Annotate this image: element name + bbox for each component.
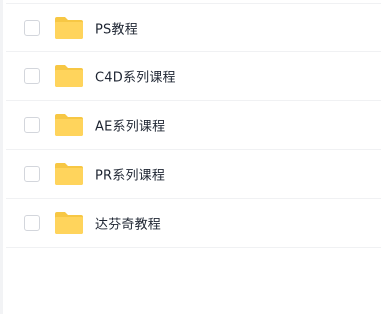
folder-icon: [54, 211, 84, 235]
file-name[interactable]: C4D系列课程: [95, 67, 176, 86]
file-row[interactable]: PS教程: [6, 3, 381, 52]
row-checkbox[interactable]: [24, 68, 40, 84]
file-name[interactable]: 达芬奇教程: [95, 214, 161, 233]
row-checkbox[interactable]: [24, 166, 40, 182]
folder-icon: [54, 16, 84, 40]
file-row[interactable]: PR系列课程: [6, 150, 381, 199]
folder-icon: [54, 64, 84, 88]
row-checkbox[interactable]: [24, 215, 40, 231]
file-name[interactable]: PR系列课程: [95, 165, 165, 184]
file-name[interactable]: AE系列课程: [95, 116, 165, 135]
file-row[interactable]: C4D系列课程: [6, 52, 381, 101]
row-checkbox[interactable]: [24, 117, 40, 133]
file-row[interactable]: AE系列课程: [6, 101, 381, 150]
folder-icon: [54, 113, 84, 137]
file-name[interactable]: PS教程: [95, 18, 138, 37]
file-row[interactable]: 达芬奇教程: [6, 199, 381, 248]
row-checkbox[interactable]: [24, 19, 40, 36]
file-list: PS教程 C4D系列课程 AE系列课程 PR系列课程 达芬奇教程: [0, 0, 381, 314]
folder-icon: [54, 162, 84, 186]
